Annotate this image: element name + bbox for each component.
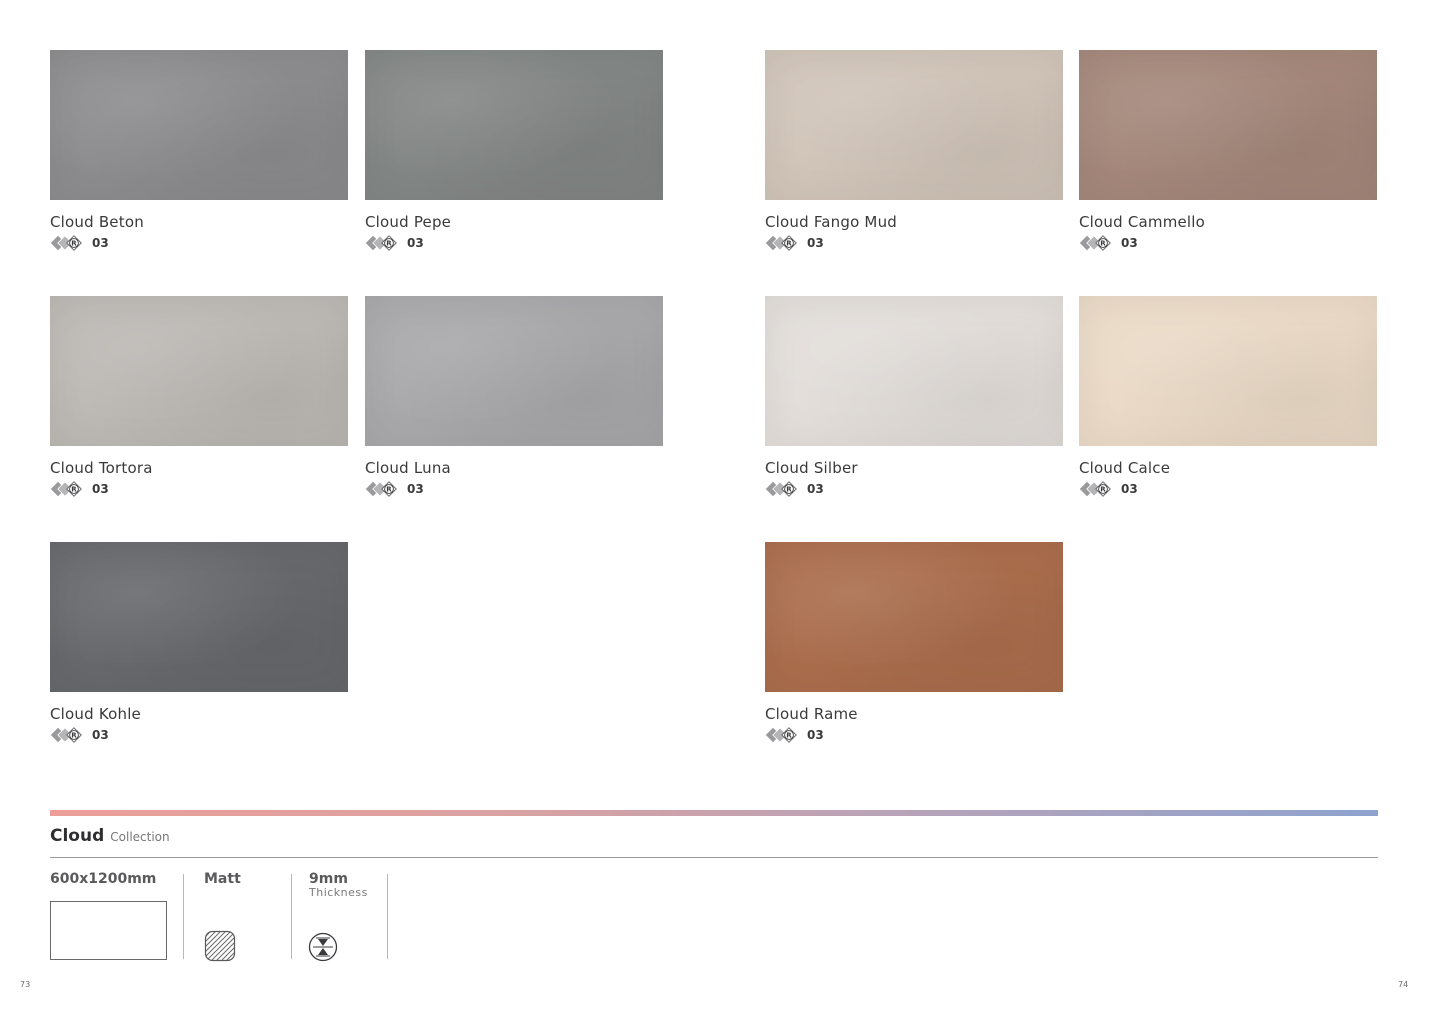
spec-divider — [291, 874, 292, 959]
svg-text:R: R — [786, 486, 792, 494]
slip-rating-icon: R — [765, 481, 803, 497]
accent-gradient-bar — [50, 810, 1378, 816]
tile-card: Cloud Luna R 03 — [365, 296, 663, 497]
tile-swatch — [50, 542, 348, 692]
tile-swatch — [365, 50, 663, 200]
svg-text:R: R — [386, 486, 392, 494]
slip-rating-icon: R — [1079, 481, 1117, 497]
slip-rating: R 03 — [365, 235, 663, 251]
slip-rating: R 03 — [1079, 235, 1377, 251]
tile-swatch — [765, 542, 1063, 692]
tile-swatch — [765, 50, 1063, 200]
svg-text:R: R — [1100, 240, 1106, 248]
slip-rating: R 03 — [50, 235, 348, 251]
tile-card: Cloud Calce R 03 — [1079, 296, 1377, 497]
spec-finish: Matt — [204, 871, 241, 887]
tile-name: Cloud Luna — [365, 459, 451, 477]
slip-rating-value: 03 — [92, 236, 109, 250]
tile-name: Cloud Fango Mud — [765, 213, 898, 231]
size-diagram — [50, 901, 167, 960]
slip-rating-icon: R — [765, 235, 803, 251]
tile-card: Cloud Tortora R 03 — [50, 296, 348, 497]
divider — [50, 857, 1378, 858]
slip-rating: R 03 — [765, 481, 1063, 497]
tile-card: Cloud Pepe R 03 — [365, 50, 663, 251]
slip-rating-value: 03 — [1121, 482, 1138, 496]
slip-rating-icon: R — [50, 727, 88, 743]
spec-divider — [387, 874, 388, 959]
thickness-icon — [308, 932, 338, 966]
slip-rating-icon: R — [50, 235, 88, 251]
slip-rating: R 03 — [50, 727, 348, 743]
slip-rating: R 03 — [1079, 481, 1377, 497]
slip-rating: R 03 — [765, 727, 1063, 743]
svg-text:R: R — [71, 732, 77, 740]
slip-rating-icon: R — [365, 481, 403, 497]
spec-divider — [183, 874, 184, 959]
tile-swatch — [365, 296, 663, 446]
spec-thickness-label: Thickness — [309, 886, 368, 899]
slip-rating-value: 03 — [407, 482, 424, 496]
slip-rating: R 03 — [50, 481, 348, 497]
svg-text:R: R — [71, 240, 77, 248]
spec-thickness: 9mm — [309, 871, 348, 887]
tile-name: Cloud Pepe — [365, 213, 452, 231]
slip-rating-value: 03 — [92, 728, 109, 742]
tile-card: Cloud Beton R 03 — [50, 50, 348, 251]
tile-name: Cloud Beton — [50, 213, 144, 231]
tile-name: Cloud Rame — [765, 705, 858, 723]
slip-rating-value: 03 — [92, 482, 109, 496]
matt-finish-icon — [204, 930, 236, 966]
page-number-right: 74 — [1398, 980, 1409, 989]
collection-name: Cloud — [50, 826, 105, 846]
tile-name: Cloud Kohle — [50, 705, 141, 723]
slip-rating-icon: R — [765, 727, 803, 743]
svg-text:R: R — [386, 240, 392, 248]
slip-rating-value: 03 — [807, 482, 824, 496]
svg-text:R: R — [71, 486, 77, 494]
slip-rating-icon: R — [365, 235, 403, 251]
svg-text:R: R — [1100, 486, 1106, 494]
collection-subtitle: Collection — [110, 830, 170, 844]
tile-swatch — [50, 50, 348, 200]
slip-rating-icon: R — [1079, 235, 1117, 251]
tile-card: Cloud Kohle R 03 — [50, 542, 348, 743]
tile-swatch — [1079, 296, 1377, 446]
svg-text:R: R — [786, 732, 792, 740]
tile-card: Cloud Cammello R 03 — [1079, 50, 1377, 251]
tile-card: Cloud Silber R 03 — [765, 296, 1063, 497]
tile-card: Cloud Fango Mud R 03 — [765, 50, 1063, 251]
tile-name: Cloud Calce — [1079, 459, 1171, 477]
tile-swatch — [50, 296, 348, 446]
spec-size: 600x1200mm — [50, 871, 157, 887]
slip-rating: R 03 — [365, 481, 663, 497]
collection-heading: Cloud Collection — [50, 826, 170, 846]
tile-swatch — [1079, 50, 1377, 200]
page-number-left: 73 — [20, 980, 31, 989]
tile-swatch — [765, 296, 1063, 446]
slip-rating-icon: R — [50, 481, 88, 497]
tile-name: Cloud Silber — [765, 459, 858, 477]
slip-rating: R 03 — [765, 235, 1063, 251]
svg-text:R: R — [786, 240, 792, 248]
slip-rating-value: 03 — [807, 728, 824, 742]
tile-name: Cloud Cammello — [1079, 213, 1206, 231]
tile-card: Cloud Rame R 03 — [765, 542, 1063, 743]
slip-rating-value: 03 — [807, 236, 824, 250]
slip-rating-value: 03 — [1121, 236, 1138, 250]
slip-rating-value: 03 — [407, 236, 424, 250]
tile-name: Cloud Tortora — [50, 459, 153, 477]
